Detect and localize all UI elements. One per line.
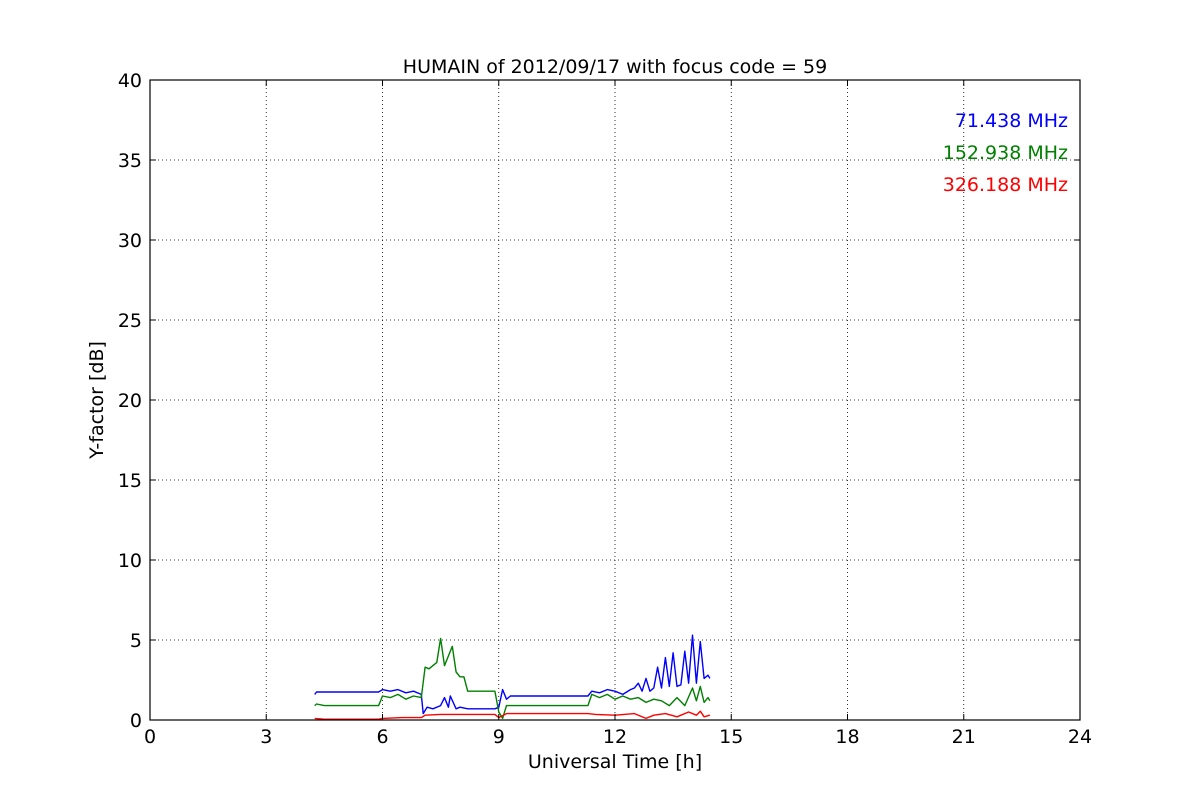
y-tick-label: 15: [118, 470, 142, 492]
y-axis-label: Y-factor [dB]: [86, 341, 108, 460]
legend-entry-2: 326.188 MHz: [943, 174, 1068, 196]
legend-entry-1: 152.938 MHz: [943, 142, 1068, 164]
y-tick-label: 5: [130, 630, 142, 652]
x-tick-label: 24: [1068, 726, 1092, 748]
x-tick-label: 18: [835, 726, 859, 748]
x-tick-label: 6: [376, 726, 388, 748]
x-tick-label: 9: [493, 726, 505, 748]
y-tick-label: 25: [118, 310, 142, 332]
y-tick-label: 10: [118, 550, 142, 572]
x-tick-label: 0: [144, 726, 156, 748]
x-tick-label: 15: [719, 726, 743, 748]
legend: 71.438 MHz 152.938 MHz 326.188 MHz: [943, 110, 1068, 196]
x-tick-label: 3: [260, 726, 272, 748]
chart: 0 3 6 9 12 15 18 21 24 0 5 10 15 20 25 30 35 40 HUMAIN of…: [0, 0, 1200, 800]
y-tick-label: 30: [118, 230, 142, 252]
legend-entry-0: 71.438 MHz: [955, 110, 1068, 132]
x-tick-label: 21: [952, 726, 976, 748]
x-tick-label: 12: [603, 726, 627, 748]
y-tick-label: 35: [118, 150, 142, 172]
y-tick-label: 0: [130, 710, 142, 732]
y-tick-label: 20: [118, 390, 142, 412]
x-axis-label: Universal Time [h]: [528, 751, 702, 773]
y-tick-label: 40: [118, 70, 142, 92]
chart-title: HUMAIN of 2012/09/17 with focus code = 5…: [403, 56, 827, 78]
